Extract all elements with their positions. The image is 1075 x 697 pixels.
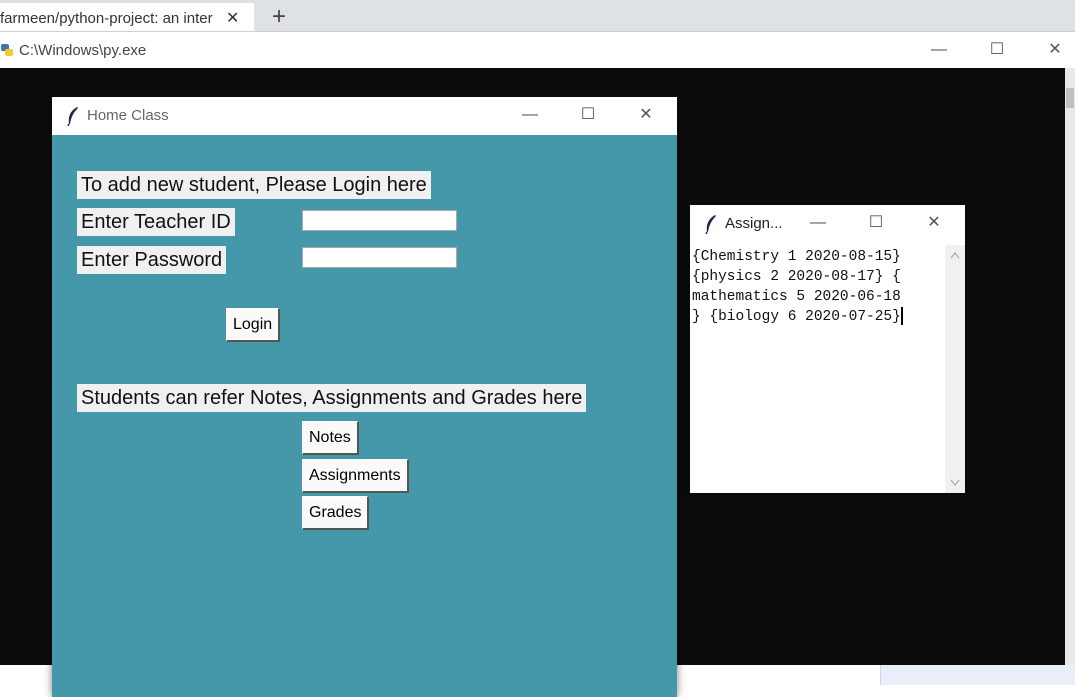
assignments-window-title: Assign... xyxy=(725,215,783,232)
console-scrollbar[interactable] xyxy=(1065,68,1075,665)
password-label: Enter Password xyxy=(77,246,227,274)
assign-close-button[interactable]: ✕ xyxy=(911,210,957,236)
assignments-text-area[interactable]: {Chemistry 1 2020-08-15} {physics 2 2020-… xyxy=(692,247,944,487)
feather-icon xyxy=(67,107,78,126)
feather-icon xyxy=(705,215,716,234)
home-close-button[interactable]: ✕ xyxy=(623,102,669,128)
teacher-id-input[interactable] xyxy=(302,210,457,231)
home-titlebar: Home Class — ☐ ✕ xyxy=(52,97,677,135)
assignment-line: {Chemistry 1 2020-08-15} xyxy=(692,249,901,265)
assignment-line: } {biology 6 2020-07-25} xyxy=(692,307,944,327)
scroll-down-icon[interactable] xyxy=(950,479,960,487)
browser-tab-title: farmeen/python-project: an inter xyxy=(0,10,213,27)
console-titlebar: C:\Windows\py.exe — ☐ ✕ xyxy=(0,31,1075,69)
home-minimize-button[interactable]: — xyxy=(507,102,553,128)
grades-button[interactable]: Grades xyxy=(302,496,370,530)
login-button[interactable]: Login xyxy=(226,308,281,342)
console-maximize-button[interactable]: ☐ xyxy=(974,37,1020,63)
console-scrollbar-thumb[interactable] xyxy=(1066,88,1074,108)
console-minimize-button[interactable]: — xyxy=(916,37,962,63)
assign-maximize-button[interactable]: ☐ xyxy=(853,210,899,236)
scroll-up-icon[interactable] xyxy=(950,251,960,259)
home-maximize-button[interactable]: ☐ xyxy=(565,102,611,128)
assignments-titlebar: Assign... — ☐ ✕ xyxy=(690,205,965,243)
browser-tab[interactable]: farmeen/python-project: an inter ✕ xyxy=(0,3,254,31)
home-window-title: Home Class xyxy=(87,107,169,124)
students-info-label: Students can refer Notes, Assignments an… xyxy=(77,384,587,412)
browser-tab-strip: farmeen/python-project: an inter ✕ + xyxy=(0,0,1075,31)
home-window-body: To add new student, Please Login here En… xyxy=(52,135,677,697)
console-title: C:\Windows\py.exe xyxy=(19,42,147,59)
tab-close-icon[interactable]: ✕ xyxy=(226,8,239,28)
assignments-scrollbar[interactable] xyxy=(945,245,965,493)
assignment-line-text: } {biology 6 2020-07-25} xyxy=(692,309,901,325)
assignments-window: Assign... — ☐ ✕ {Chemistry 1 2020-08-15}… xyxy=(690,205,965,493)
assignment-line: mathematics 5 2020-06-18 xyxy=(692,289,901,305)
assignment-line: {physics 2 2020-08-17} { xyxy=(692,269,901,285)
add-student-label: To add new student, Please Login here xyxy=(77,171,431,199)
new-tab-icon[interactable]: + xyxy=(272,3,286,31)
desktop-panel xyxy=(880,665,1075,685)
assign-minimize-button[interactable]: — xyxy=(795,210,841,236)
assignments-button[interactable]: Assignments xyxy=(302,459,409,493)
password-input[interactable] xyxy=(302,247,457,268)
python-icon xyxy=(1,44,13,56)
text-cursor xyxy=(900,307,903,325)
notes-button[interactable]: Notes xyxy=(302,421,359,455)
console-close-button[interactable]: ✕ xyxy=(1032,37,1075,63)
teacher-id-label: Enter Teacher ID xyxy=(77,208,235,236)
home-class-window: Home Class — ☐ ✕ To add new student, Ple… xyxy=(52,97,677,697)
